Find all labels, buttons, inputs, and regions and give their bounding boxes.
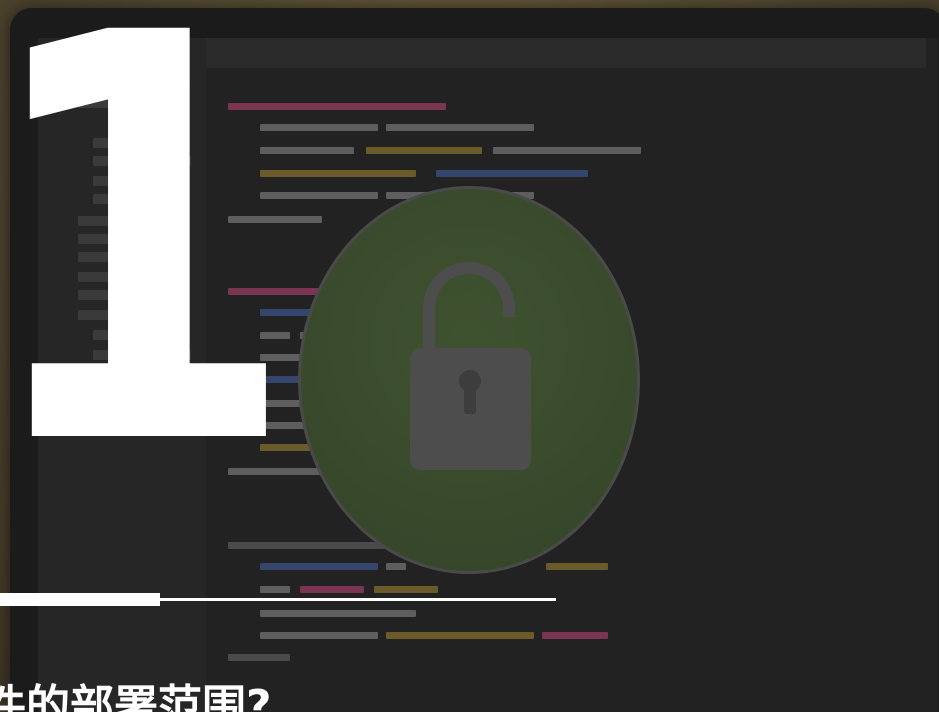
hero-banner: 1 件的部署范围? <box>0 0 939 712</box>
section-number: 1 <box>0 0 298 523</box>
code-line <box>546 563 608 570</box>
divider-thick <box>0 593 160 606</box>
code-line <box>366 147 482 154</box>
code-line <box>386 124 534 131</box>
code-line <box>260 586 290 593</box>
code-line <box>374 586 438 593</box>
keyhole-icon <box>459 370 481 414</box>
code-line <box>386 563 406 570</box>
code-line <box>542 632 608 639</box>
code-line <box>493 147 641 154</box>
code-line <box>300 586 364 593</box>
code-line <box>228 654 290 661</box>
code-line <box>436 170 588 177</box>
divider-thin <box>156 598 556 601</box>
code-line <box>260 632 378 639</box>
code-line <box>260 610 416 617</box>
headline: 件的部署范围? <box>0 681 272 712</box>
code-line <box>386 632 534 639</box>
